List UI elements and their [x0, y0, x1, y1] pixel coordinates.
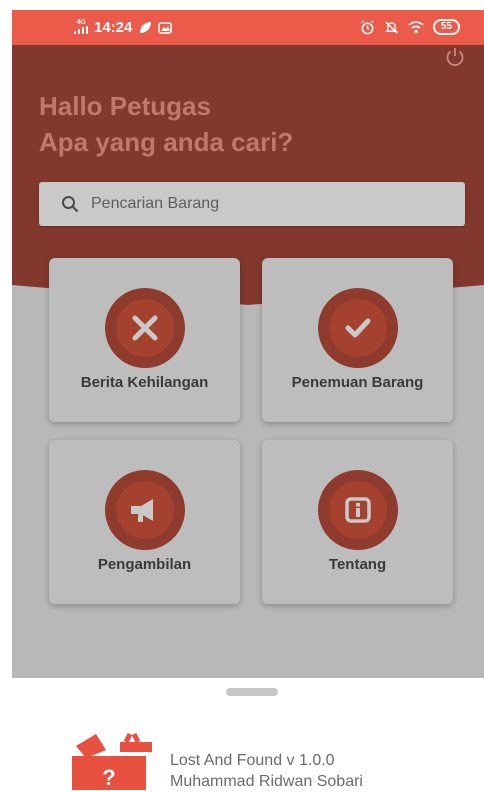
icon-circle: [104, 288, 185, 368]
app-info: Lost And Found v 1.0.0 Muhammad Ridwan S…: [170, 750, 363, 792]
close-x-icon: [132, 315, 157, 341]
menu-card-pengambilan[interactable]: Pengambilan: [49, 440, 240, 604]
greeting-heading: Hallo Petugas Apa yang anda cari?: [39, 88, 293, 160]
icon-circle: [317, 470, 398, 550]
notifications-off-icon: [384, 20, 398, 34]
icon-circle-inner: [328, 481, 387, 539]
status-time: 14:24: [94, 19, 133, 36]
menu-card-penemuan-barang[interactable]: Penemuan Barang: [262, 258, 453, 422]
leaf-icon: [140, 21, 152, 33]
greeting-line-1: Hallo Petugas: [39, 91, 211, 121]
menu-card-berita-kehilangan[interactable]: Berita Kehilangan: [49, 258, 240, 422]
alarm-icon: [361, 19, 374, 34]
network-label: 4G: [76, 19, 86, 26]
icon-circle-inner: [328, 299, 387, 357]
menu-card-label: Pengambilan: [97, 556, 192, 573]
menu-card-tentang[interactable]: Tentang: [262, 440, 453, 604]
icon-circle-inner: [115, 481, 174, 539]
network-indicator: 4G: [74, 19, 88, 36]
menu-card-label: Penemuan Barang: [291, 374, 424, 391]
menu-card-label: Tentang: [328, 556, 387, 573]
greeting-line-2: Apa yang anda cari?: [39, 127, 294, 157]
search-bar[interactable]: [39, 182, 465, 226]
checkmark-icon: [345, 318, 370, 338]
svg-text:?: ?: [102, 765, 115, 790]
wifi-icon: [408, 21, 424, 34]
status-bar: 4G 14:24 55: [12, 10, 484, 45]
bottom-sheet-handle[interactable]: [226, 688, 278, 696]
icon-circle: [317, 288, 398, 368]
icon-circle-inner: [115, 299, 174, 357]
info-icon: [344, 497, 371, 523]
icon-circle: [104, 470, 185, 550]
status-left: 4G 14:24: [74, 19, 173, 36]
app-screen: 4G 14:24 55 Hallo Petugas Apa yang anda …: [12, 10, 484, 678]
status-right: 55: [360, 19, 460, 35]
gallery-icon: [158, 21, 173, 34]
battery-indicator: 55: [432, 19, 460, 35]
megaphone-icon: [130, 499, 153, 522]
menu-card-label: Berita Kehilangan: [80, 374, 209, 391]
signal-icon: [74, 26, 88, 34]
search-input[interactable]: [89, 194, 443, 214]
app-logo: ?: [72, 732, 152, 790]
power-icon[interactable]: [444, 46, 466, 68]
app-version: Lost And Found v 1.0.0: [170, 752, 335, 769]
search-icon: [62, 196, 79, 213]
